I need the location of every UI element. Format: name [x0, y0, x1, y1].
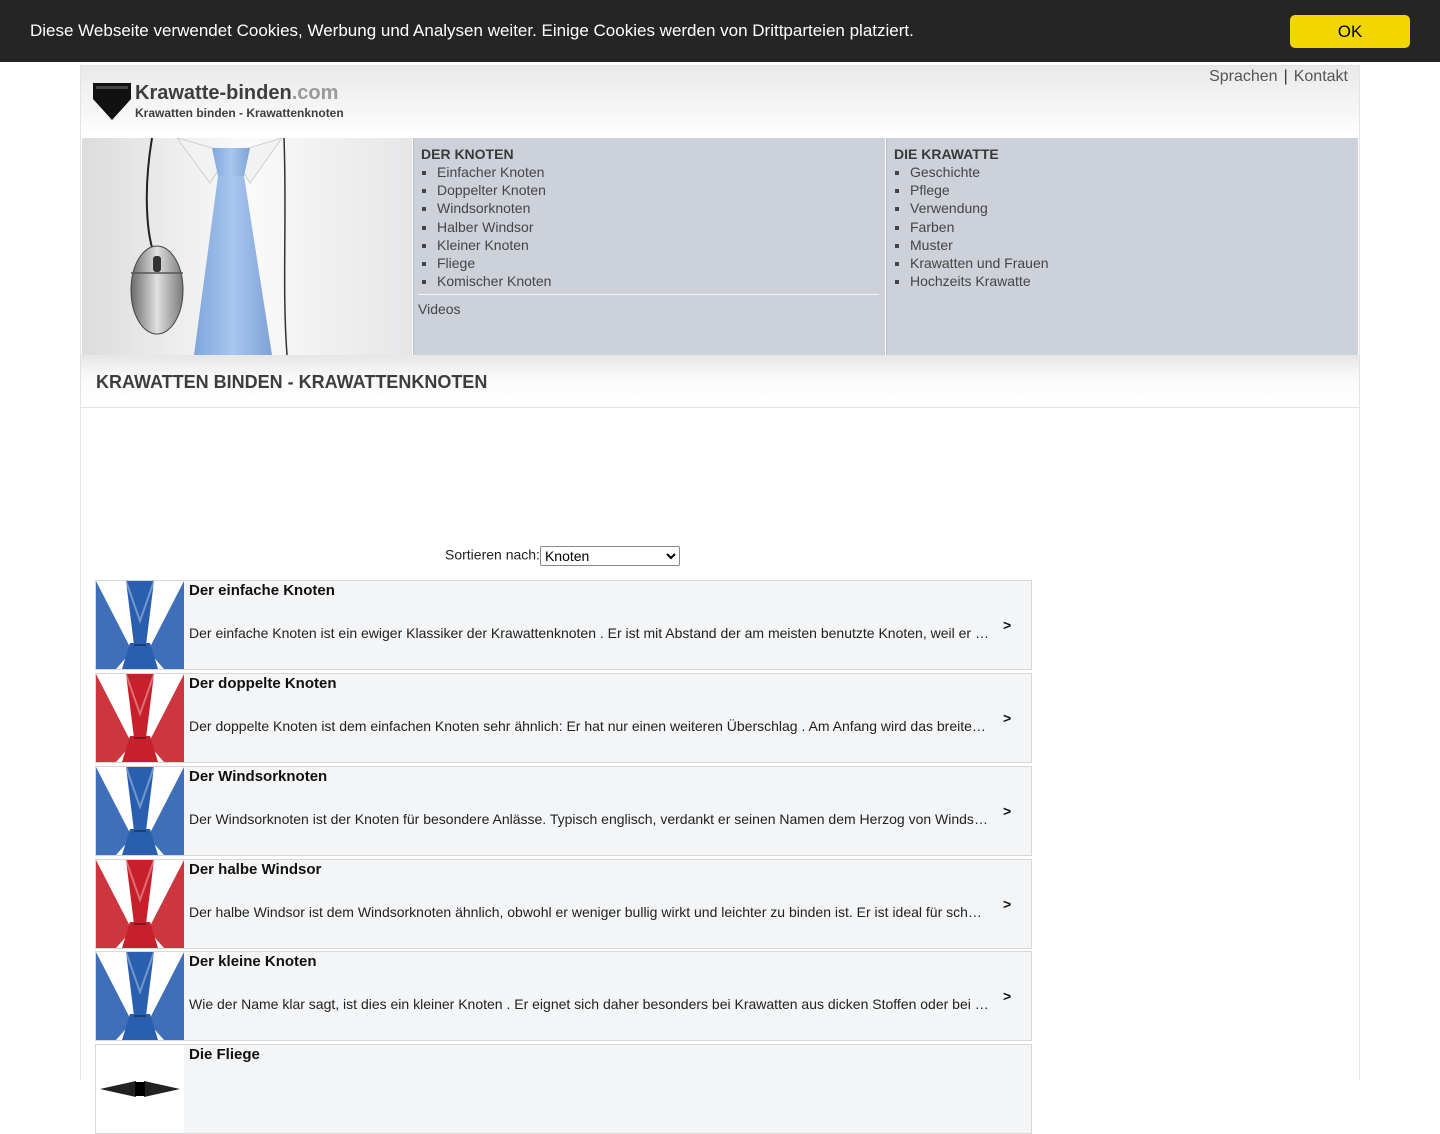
nav-link[interactable]: Windsorknoten: [437, 200, 530, 216]
nav-item-fliege: Fliege: [437, 254, 551, 272]
cookie-message: Diese Webseite verwendet Cookies, Werbun…: [30, 21, 914, 40]
page-container: Krawatte-binden.com Krawatten binden - K…: [80, 65, 1360, 1134]
nav-link[interactable]: Pflege: [910, 182, 950, 198]
knot-card[interactable]: Der einfache Knoten Der einfache Knoten …: [95, 580, 1032, 670]
nav-link[interactable]: Einfacher Knoten: [437, 164, 544, 180]
site-tld: .com: [291, 82, 339, 104]
card-description: Der Windsorknoten ist der Knoten für bes…: [189, 811, 989, 827]
cookie-ok-button[interactable]: OK: [1290, 15, 1410, 48]
nav-item-verwendung: Verwendung: [910, 199, 1049, 217]
card-title[interactable]: Der Windsorknoten: [189, 768, 327, 785]
nav-link[interactable]: Geschichte: [910, 164, 980, 180]
tie-thumbnail: [96, 860, 184, 948]
nav-item-komischer-knoten: Komischer Knoten: [437, 272, 551, 290]
knot-card[interactable]: Der doppelte Knoten Der doppelte Knoten …: [95, 673, 1032, 763]
nav-item-geschichte: Geschichte: [910, 163, 1049, 181]
card-arrow-link[interactable]: >: [1003, 803, 1011, 819]
nav-link[interactable]: Farben: [910, 219, 954, 235]
nav-knoten-title: DER KNOTEN: [421, 146, 514, 162]
nav-item-doppelter-knoten: Doppelter Knoten: [437, 181, 551, 199]
nav-knoten: DER KNOTEN Einfacher Knoten Doppelter Kn…: [413, 138, 885, 355]
card-title[interactable]: Der halbe Windsor: [189, 861, 321, 878]
tie-thumbnail: [96, 581, 184, 669]
nav-item-pflege: Pflege: [910, 181, 1049, 199]
card-description: Der halbe Windsor ist dem Windsorknoten …: [189, 904, 989, 920]
site-header: Krawatte-binden.com Krawatten binden - K…: [81, 66, 1359, 138]
nav-item-halber-windsor: Halber Windsor: [437, 218, 551, 236]
sort-control: Sortieren nach: Knoten: [445, 546, 680, 566]
nav-item-windsorknoten: Windsorknoten: [437, 199, 551, 217]
card-arrow-link[interactable]: >: [1003, 988, 1011, 1004]
languages-link[interactable]: Sprachen: [1209, 68, 1278, 85]
shirt-tie-mouse-illustration: [82, 138, 412, 355]
card-arrow-link[interactable]: >: [1003, 896, 1011, 912]
nav-link[interactable]: Halber Windsor: [437, 219, 533, 235]
nav-link[interactable]: Doppelter Knoten: [437, 182, 546, 198]
nav-item-farben: Farben: [910, 218, 1049, 236]
top-links: Sprachen | Kontakt: [1209, 68, 1348, 86]
page-title-bar: KRAWATTEN BINDEN - KRAWATTENKNOTEN: [81, 355, 1359, 408]
card-description: Der einfache Knoten ist ein ewiger Klass…: [189, 625, 989, 641]
site-tagline: Krawatten binden - Krawattenknoten: [135, 106, 344, 120]
nav-link[interactable]: Kleiner Knoten: [437, 237, 529, 253]
nav-krawatte: DIE KRAWATTE Geschichte Pflege Verwendun…: [886, 138, 1358, 355]
card-arrow-link[interactable]: >: [1003, 617, 1011, 633]
card-title[interactable]: Der einfache Knoten: [189, 582, 335, 599]
page-title: KRAWATTEN BINDEN - KRAWATTENKNOTEN: [96, 372, 488, 392]
cookie-banner: Diese Webseite verwendet Cookies, Werbun…: [0, 0, 1440, 62]
nav-link[interactable]: Komischer Knoten: [437, 273, 551, 289]
knot-card[interactable]: Der halbe Windsor Der halbe Windsor ist …: [95, 859, 1032, 949]
tie-thumbnail: [96, 674, 184, 762]
nav-link[interactable]: Fliege: [437, 255, 475, 271]
nav-krawatte-list: Geschichte Pflege Verwendung Farben Must…: [894, 163, 1049, 290]
nav-krawatte-title: DIE KRAWATTE: [894, 146, 999, 162]
nav-item-krawatten-und-frauen: Krawatten und Frauen: [910, 254, 1049, 272]
knot-card[interactable]: Der Windsorknoten Der Windsorknoten ist …: [95, 766, 1032, 856]
sort-select[interactable]: Knoten: [539, 546, 680, 566]
knot-card[interactable]: Der kleine Knoten Wie der Name klar sagt…: [95, 951, 1032, 1041]
tie-thumbnail: [96, 767, 184, 855]
nav-item-einfacher-knoten: Einfacher Knoten: [437, 163, 551, 181]
nav-link[interactable]: Krawatten und Frauen: [910, 255, 1049, 271]
site-name-link[interactable]: Krawatte-binden.com: [135, 82, 338, 105]
link-separator: |: [1283, 68, 1288, 85]
nav-knoten-list: Einfacher Knoten Doppelter Knoten Windso…: [421, 163, 551, 290]
nav-item-kleiner-knoten: Kleiner Knoten: [437, 236, 551, 254]
knot-card[interactable]: Die Fliege: [95, 1044, 1032, 1134]
tie-thumbnail: [96, 952, 184, 1040]
card-title[interactable]: Der doppelte Knoten: [189, 675, 337, 692]
nav-item-muster: Muster: [910, 236, 1049, 254]
card-title[interactable]: Der kleine Knoten: [189, 953, 317, 970]
banner-image: [82, 138, 412, 355]
tie-knot-logo-icon[interactable]: [92, 82, 132, 122]
nav-videos-link[interactable]: Videos: [418, 301, 461, 317]
nav-item-hochzeits-krawatte: Hochzeits Krawatte: [910, 272, 1049, 290]
nav-link[interactable]: Muster: [910, 237, 953, 253]
nav-link[interactable]: Hochzeits Krawatte: [910, 273, 1031, 289]
nav-divider: [418, 294, 879, 295]
card-arrow-link[interactable]: >: [1003, 710, 1011, 726]
nav-link[interactable]: Verwendung: [910, 200, 988, 216]
card-description: Wie der Name klar sagt, ist dies ein kle…: [189, 996, 989, 1012]
bow-tie-thumbnail: [96, 1045, 184, 1133]
card-title[interactable]: Die Fliege: [189, 1046, 260, 1063]
card-description: Der doppelte Knoten ist dem einfachen Kn…: [189, 718, 989, 734]
sort-label: Sortieren nach:: [445, 546, 540, 563]
contact-link[interactable]: Kontakt: [1294, 68, 1348, 85]
